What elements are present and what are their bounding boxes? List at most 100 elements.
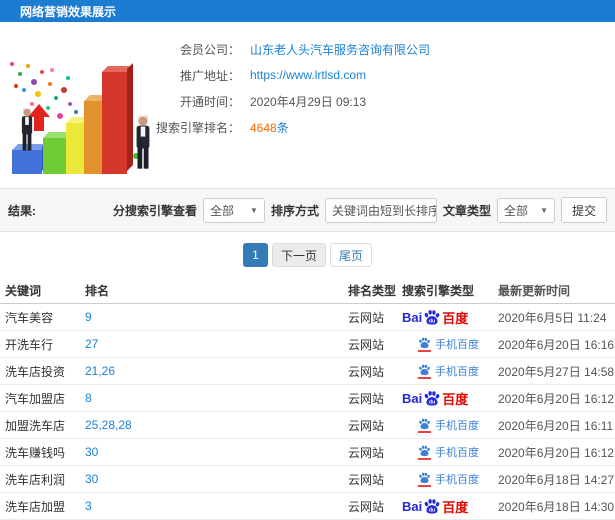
rank-link[interactable]: 27 [85, 337, 98, 351]
engine-cell: Bai du 百度 [402, 308, 498, 327]
rank-link[interactable]: 3 [85, 499, 92, 513]
engine-rank-label: 搜索引擎排名： [155, 120, 240, 135]
updated-time-cell: 2020年6月20日 16:11 [498, 418, 614, 433]
keyword-cell: 洗车店投资 [5, 364, 66, 379]
next-page-button[interactable]: 下一页 [271, 243, 326, 267]
sort-filter-select[interactable]: 关键词由短到长排序 ▼ [324, 197, 437, 223]
rank-link[interactable]: 25,28,28 [85, 418, 132, 432]
promo-url-link[interactable]: https://www.lrtlsd.com [250, 68, 366, 82]
baidu-pc-logo-icon: Bai du 百度 [402, 309, 469, 326]
rank-cell: 3 [85, 499, 345, 513]
header-rank: 排名 [85, 284, 110, 298]
rank-link[interactable]: 21,26 [85, 364, 115, 378]
rank-count-number: 4648 [250, 120, 277, 135]
article-type-value: 全部 [503, 203, 528, 218]
table-row: 加盟洗车店 25,28,28 云网站 手机百度 2020年6月20日 16:11 [0, 412, 615, 439]
keyword-cell: 开洗车行 [5, 337, 54, 352]
svg-text:du: du [429, 399, 435, 405]
engine-filter-value: 全部 [209, 203, 234, 218]
updated-time-cell: 2020年6月20日 16:12 [498, 391, 615, 406]
pagination: 1 下一页 尾页 [0, 232, 615, 278]
rank-type-cell: 云网站 [348, 391, 385, 406]
result-label: 结果: [8, 203, 36, 218]
last-page-button[interactable]: 尾页 [330, 243, 373, 267]
header-rank-type: 排名类型 [348, 284, 397, 298]
table-row: 洗车店加盟 3 云网站 Bai du 百度 2020年6月18日 14:30 [0, 493, 615, 520]
updated-time-cell: 2020年5月27日 14:58 [498, 364, 615, 379]
bar-green [43, 138, 68, 174]
updated-time-cell: 2020年6月5日 11:24 [498, 310, 607, 325]
header-updated: 最新更新时间 [498, 284, 571, 298]
engine-cell: Bai du 百度 [402, 497, 498, 516]
mobile-baidu-icon: 手机百度 [418, 363, 479, 379]
engine-filter-label: 分搜索引擎查看 [112, 203, 197, 218]
table-row: 洗车店投资 21,26 云网站 手机百度 2020年5月27日 14:58 [0, 358, 615, 385]
svg-text:du: du [429, 507, 435, 513]
sort-filter-value: 关键词由短到长排序 [331, 203, 437, 218]
rank-cell: 21,26 [85, 364, 345, 378]
info-section: 会员公司： 山东老人头汽车服务咨询有限公司 推广地址： https://www.… [0, 22, 615, 188]
info-row-member: 会员公司： 山东老人头汽车服务咨询有限公司 [0, 36, 615, 62]
rank-cell: 30 [85, 445, 345, 459]
chevron-down-icon: ▼ [540, 205, 548, 215]
table-row: 洗车赚钱吗 30 云网站 手机百度 2020年6月20日 16:12 [0, 439, 615, 466]
updated-time-cell: 2020年6月20日 16:12 [498, 445, 615, 460]
engine-rank-count: 4648条 [250, 119, 289, 136]
company-info: 会员公司： 山东老人头汽车服务咨询有限公司 推广地址： https://www.… [0, 36, 615, 140]
rank-cell: 27 [85, 337, 345, 351]
rank-type-cell: 云网站 [348, 418, 385, 433]
updated-time-cell: 2020年6月18日 14:27 [498, 472, 615, 487]
chevron-down-icon: ▼ [250, 205, 258, 215]
keyword-cell: 洗车店加盟 [5, 499, 66, 514]
keyword-cell: 洗车赚钱吗 [5, 445, 66, 460]
rank-cell: 9 [85, 310, 345, 324]
info-row-open-time: 开通时间： 2020年4月29日 09:13 [0, 88, 615, 114]
table-body: 汽车美容 9 云网站 Bai du 百度 2020年6月5日 11:24 开洗车… [0, 304, 615, 520]
keyword-cell: 洗车店利润 [5, 472, 66, 487]
rank-count-unit: 条 [276, 120, 289, 135]
info-row-rank-count: 搜索引擎排名： 4648条 [0, 114, 615, 140]
bar-blue [12, 150, 42, 174]
rank-link[interactable]: 30 [85, 445, 98, 459]
filter-bar: 结果: 分搜索引擎查看 全部 ▼ 排序方式 关键词由短到长排序 ▼ 文章类型 全… [0, 188, 615, 232]
rank-cell: 25,28,28 [85, 418, 345, 432]
mobile-baidu-icon: 手机百度 [418, 336, 479, 352]
promo-url-label: 推广地址： [179, 68, 240, 83]
article-type-select[interactable]: 全部 ▼ [496, 197, 555, 223]
table-row: 汽车美容 9 云网站 Bai du 百度 2020年6月5日 11:24 [0, 304, 615, 331]
rank-link[interactable]: 30 [85, 472, 98, 486]
engine-cell: Bai du 百度 [402, 389, 498, 408]
table-row: 洗车店利润 30 云网站 手机百度 2020年6月18日 14:27 [0, 466, 615, 493]
rank-cell: 30 [85, 472, 345, 486]
engine-cell: 手机百度 [402, 444, 498, 460]
filter-group: 分搜索引擎查看 全部 ▼ 排序方式 关键词由短到长排序 ▼ 文章类型 全部 ▼ … [113, 197, 607, 223]
rank-type-cell: 云网站 [348, 472, 385, 487]
member-company-label: 会员公司： [179, 42, 240, 57]
article-type-label: 文章类型 [442, 203, 491, 218]
updated-time-cell: 2020年6月20日 16:16 [498, 337, 615, 352]
engine-filter-select[interactable]: 全部 ▼ [202, 197, 265, 223]
mobile-baidu-icon: 手机百度 [418, 471, 479, 487]
rank-cell: 8 [85, 391, 345, 405]
open-time-value: 2020年4月29日 09:13 [250, 94, 367, 109]
updated-time-cell: 2020年6月18日 14:30 [498, 499, 615, 514]
header-engine-type: 搜索引擎类型 [402, 284, 475, 298]
mobile-baidu-icon: 手机百度 [418, 417, 479, 433]
submit-button[interactable]: 提交 [560, 197, 607, 223]
rank-type-cell: 云网站 [348, 310, 385, 325]
sort-filter-label: 排序方式 [270, 203, 319, 218]
page-1-button[interactable]: 1 [242, 243, 268, 267]
rank-link[interactable]: 8 [85, 391, 92, 405]
table-header-row: 关键词 排名 排名类型 搜索引擎类型 最新更新时间 [0, 278, 615, 304]
member-company-link[interactable]: 山东老人头汽车服务咨询有限公司 [250, 41, 430, 58]
page-header: 网络营销效果展示 [0, 0, 615, 22]
engine-cell: 手机百度 [402, 336, 498, 352]
engine-cell: 手机百度 [402, 471, 498, 487]
header-keyword: 关键词 [5, 284, 42, 298]
mobile-baidu-icon: 手机百度 [418, 444, 479, 460]
rank-type-cell: 云网站 [348, 445, 385, 460]
rank-type-cell: 云网站 [348, 499, 385, 514]
engine-cell: 手机百度 [402, 363, 498, 379]
open-time-label: 开通时间： [179, 94, 240, 109]
rank-link[interactable]: 9 [85, 310, 92, 324]
